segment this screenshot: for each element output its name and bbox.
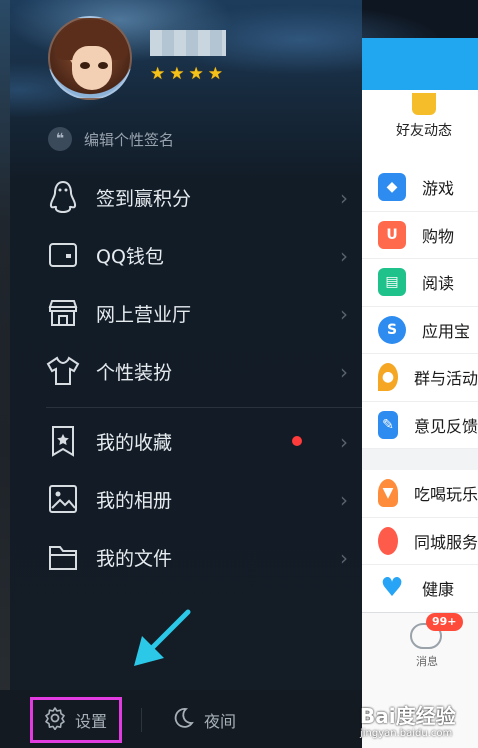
feature-list-b: ▼ 吃喝玩乐 同城服务 ♥ 健康	[362, 470, 478, 613]
feature-games[interactable]: ◆ 游戏	[362, 164, 478, 212]
feature-label: 购物	[422, 226, 455, 246]
main-page-peek: 好友动态 ◆ 游戏 U 购物 ▤ 阅读 S 应用宝 ● 群与活动 ✎ 意见反馈 …	[362, 38, 478, 748]
moon-icon	[172, 707, 194, 733]
menu-item-label: 我的收藏	[96, 431, 173, 454]
feature-app-store[interactable]: S 应用宝	[362, 307, 478, 354]
chevron-right-icon: ›	[340, 186, 348, 210]
penguin-icon	[46, 180, 80, 214]
star-icon: ★	[188, 64, 204, 84]
feature-feedback[interactable]: ✎ 意见反馈	[362, 402, 478, 449]
folder-icon	[46, 540, 80, 574]
tshirt-icon	[46, 354, 80, 388]
feature-groups-events[interactable]: ● 群与活动	[362, 354, 478, 402]
main-header	[362, 38, 478, 90]
feature-label: 群与活动	[413, 369, 478, 389]
bottom-divider	[141, 708, 142, 732]
gear-icon	[43, 706, 67, 734]
feature-health[interactable]: ♥ 健康	[362, 565, 478, 613]
menu-item-sign-in[interactable]: 签到赢积分 ›	[46, 168, 356, 226]
menu-item-label: 我的相册	[96, 489, 173, 512]
baidu-watermark: Bai度经验 jingyan.baidu.com	[360, 696, 478, 748]
star-icon: ★	[207, 64, 223, 84]
feature-label: 阅读	[422, 274, 455, 294]
unread-badge: 99+	[426, 613, 463, 631]
watermark-url: jingyan.baidu.com	[360, 728, 453, 739]
settings-button[interactable]: 设置	[30, 697, 122, 743]
settings-label: 设置	[75, 712, 108, 731]
tab-label: 消息	[416, 655, 438, 668]
menu-divider	[46, 407, 362, 408]
level-stars[interactable]: ★ ★ ★ ★	[150, 64, 223, 84]
menu-item-qq-wallet[interactable]: QQ钱包 ›	[46, 226, 356, 284]
feature-food-fun[interactable]: ▼ 吃喝玩乐	[362, 470, 478, 518]
book-icon: ▤	[378, 268, 406, 297]
feature-label: 游戏	[422, 179, 455, 199]
menu-item-label: 个性装扮	[96, 361, 173, 384]
night-mode-button[interactable]: 夜间	[172, 705, 236, 735]
menu-item-label: QQ钱包	[96, 245, 164, 268]
menu-item-favorites[interactable]: 我的收藏 ›	[46, 412, 356, 470]
wallet-icon	[46, 238, 80, 272]
shopping-icon: U	[378, 220, 406, 249]
feature-label: 意见反馈	[413, 416, 478, 436]
menu-item-label: 我的文件	[96, 547, 173, 570]
star-icon: ★	[169, 64, 185, 84]
chevron-right-icon: ›	[340, 360, 348, 384]
quote-icon: ❝	[48, 127, 72, 151]
feature-label: 健康	[422, 580, 455, 600]
menu-item-label: 网上营业厅	[96, 303, 192, 326]
signature-editor[interactable]: ❝ 编辑个性签名	[48, 127, 358, 151]
food-icon: ▼	[378, 479, 398, 508]
feature-label: 吃喝玩乐	[413, 485, 478, 505]
balloon-icon	[378, 526, 398, 555]
gamepad-icon: ◆	[378, 173, 406, 202]
friend-feed-label: 好友动态	[396, 123, 452, 139]
favorites-icon	[46, 424, 80, 458]
chevron-right-icon: ›	[340, 488, 348, 512]
chevron-right-icon: ›	[340, 302, 348, 326]
menu-item-photo-album[interactable]: 我的相册 ›	[46, 470, 356, 528]
feature-label: 应用宝	[422, 321, 471, 341]
chevron-right-icon: ›	[340, 430, 348, 454]
notification-dot	[292, 436, 302, 446]
feature-label: 同城服务	[413, 532, 478, 552]
friend-feed-icon	[412, 93, 436, 115]
store-icon	[46, 296, 80, 330]
watermark-brand: Bai度经验	[360, 704, 456, 728]
menu-item-label: 签到赢积分	[96, 187, 192, 210]
nickname-blurred[interactable]	[150, 30, 226, 56]
feature-shopping[interactable]: U 购物	[362, 212, 478, 259]
signature-placeholder: 编辑个性签名	[84, 130, 175, 149]
chevron-right-icon: ›	[340, 546, 348, 570]
photo-album-icon	[46, 482, 80, 516]
menu-item-files[interactable]: 我的文件 ›	[46, 528, 356, 586]
chevron-right-icon: ›	[340, 244, 348, 268]
heart-icon: ♥	[380, 573, 404, 604]
feature-local-service[interactable]: 同城服务	[362, 518, 478, 565]
menu-item-online-hall[interactable]: 网上营业厅 ›	[46, 284, 356, 342]
location-icon: ●	[378, 363, 398, 392]
star-icon: ★	[150, 64, 166, 84]
avatar[interactable]	[48, 16, 132, 100]
feedback-icon: ✎	[378, 410, 398, 439]
app-store-icon: S	[378, 315, 406, 344]
night-mode-label: 夜间	[204, 712, 237, 731]
menu-item-personalize[interactable]: 个性装扮 ›	[46, 342, 356, 400]
feature-reading[interactable]: ▤ 阅读	[362, 259, 478, 307]
feature-list-a: ◆ 游戏 U 购物 ▤ 阅读 S 应用宝 ● 群与活动 ✎ 意见反馈	[362, 164, 478, 449]
background-page-edge	[0, 0, 10, 748]
annotation-arrow	[134, 609, 191, 666]
